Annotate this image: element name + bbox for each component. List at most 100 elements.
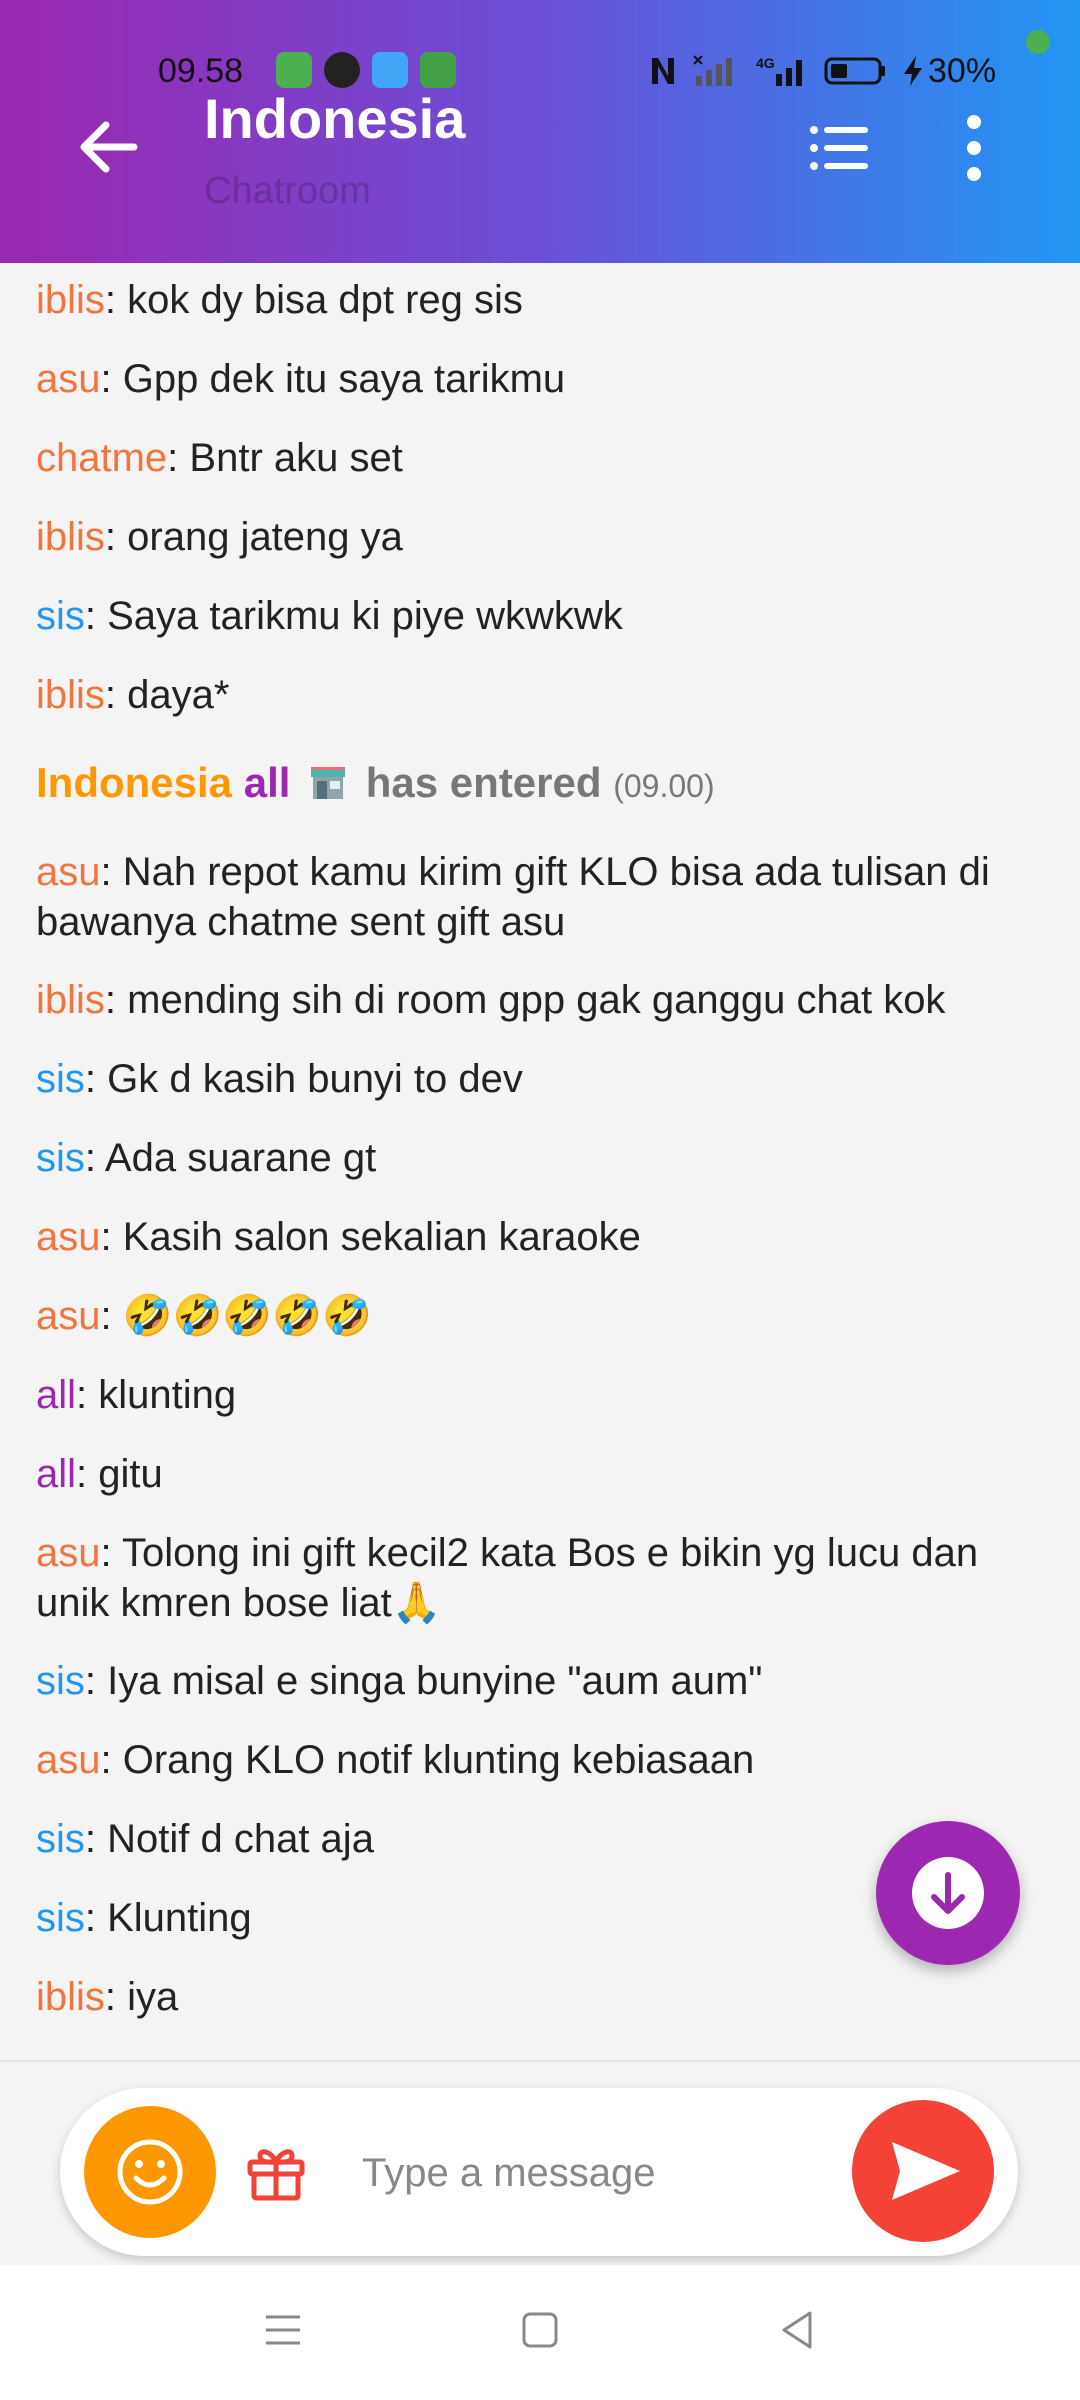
chat-message: asu: Gpp dek itu saya tarikmu xyxy=(36,354,1046,404)
privacy-indicator-dot xyxy=(1026,30,1050,54)
chat-message: iblis: orang jateng ya xyxy=(36,512,1046,562)
battery-icon xyxy=(824,57,885,85)
system-status-icons: 4G xyxy=(648,54,924,88)
system-navigation-bar xyxy=(0,2265,1080,2400)
message-username[interactable]: asu xyxy=(36,850,101,894)
room-title: Indonesia xyxy=(204,87,466,150)
message-composer xyxy=(0,2060,1080,2267)
message-username[interactable]: all xyxy=(36,1452,76,1496)
message-input[interactable] xyxy=(360,2128,884,2218)
chat-message: all: klunting xyxy=(36,1370,1046,1420)
app-header: 09.58 4G 30% Indonesia Chatroom xyxy=(0,0,1080,263)
smiley-icon xyxy=(117,2139,183,2205)
system-text: has entered xyxy=(365,759,602,806)
chat-message: iblis: daya* xyxy=(36,670,1046,720)
send-icon xyxy=(892,2142,960,2200)
shop-icon xyxy=(311,767,346,799)
chat-message: asu: Nah repot kamu kirim gift KLO bisa … xyxy=(36,847,1046,947)
signal-icon xyxy=(693,55,732,86)
chat-message: asu: Kasih salon sekalian karaoke xyxy=(36,1212,1046,1262)
chat-message: iblis: mending sih di room gpp gak gangg… xyxy=(36,975,1046,1025)
message-text: : mending sih di room gpp gak ganggu cha… xyxy=(104,978,946,1022)
message-text: : Ada suarane gt xyxy=(84,1136,377,1180)
user-list-icon[interactable] xyxy=(806,116,870,180)
message-username[interactable]: iblis xyxy=(36,515,105,559)
message-username[interactable]: asu xyxy=(36,1294,101,1338)
charging-icon xyxy=(904,56,922,86)
message-text: : Bntr aku set xyxy=(167,436,403,480)
message-text: : gitu xyxy=(76,1452,163,1496)
chat-message: asu: Orang KLO notif klunting kebiasaan xyxy=(36,1735,1046,1785)
message-username[interactable]: asu xyxy=(36,1738,101,1782)
message-text: : orang jateng ya xyxy=(104,515,403,559)
menu-nav-icon[interactable] xyxy=(258,2305,308,2355)
message-username[interactable]: sis xyxy=(36,1057,85,1101)
system-room-name: Indonesia xyxy=(36,759,233,806)
message-username[interactable]: asu xyxy=(36,357,101,401)
message-text: : Orang KLO notif klunting kebiasaan xyxy=(100,1738,755,1782)
system-username[interactable]: all xyxy=(244,759,291,806)
message-text: : Klunting xyxy=(84,1896,252,1940)
message-username[interactable]: sis xyxy=(36,594,85,638)
message-text: : kok dy bisa dpt reg sis xyxy=(104,278,523,322)
room-subtitle: Chatroom xyxy=(204,170,371,212)
message-text: : Gpp dek itu saya tarikmu xyxy=(100,357,566,401)
send-button[interactable] xyxy=(852,2100,994,2242)
input-bar xyxy=(60,2088,1018,2256)
chat-message: sis: Iya misal e singa bunyine "aum aum" xyxy=(36,1656,1046,1706)
svg-text:4G: 4G xyxy=(756,55,775,71)
message-text: : Nah repot kamu kirim gift KLO bisa ada… xyxy=(36,850,990,944)
app-icon xyxy=(324,52,360,88)
message-username[interactable]: asu xyxy=(36,1531,101,1575)
messages-app-icon xyxy=(276,52,312,88)
battery-percent: 30% xyxy=(928,52,997,90)
chat-message: sis: Ada suarane gt xyxy=(36,1133,1046,1183)
message-username[interactable]: iblis xyxy=(36,278,105,322)
emoji-button[interactable] xyxy=(84,2106,216,2238)
back-arrow-icon[interactable] xyxy=(72,112,142,182)
back-nav-icon[interactable] xyxy=(772,2305,822,2355)
message-username[interactable]: chatme xyxy=(36,436,167,480)
message-username[interactable]: iblis xyxy=(36,1975,105,2019)
home-nav-icon[interactable] xyxy=(515,2305,565,2355)
gift-icon[interactable] xyxy=(244,2140,308,2204)
chat-message: chatme: Bntr aku set xyxy=(36,433,1046,483)
chat-messages-list[interactable]: iblis: kok dy bisa dpt reg sis asu: Gpp … xyxy=(0,263,1080,2060)
more-options-icon[interactable] xyxy=(944,112,1004,184)
arrow-down-icon xyxy=(931,1872,965,1914)
status-bar: 09.58 4G 30% xyxy=(0,50,1080,94)
message-username[interactable]: sis xyxy=(36,1136,85,1180)
message-text: : Iya misal e singa bunyine "aum aum" xyxy=(84,1659,763,1703)
chat-message: all: gitu xyxy=(36,1449,1046,1499)
chat-message: asu: Tolong ini gift kecil2 kata Bos e b… xyxy=(36,1528,1046,1628)
message-text: : 🤣🤣🤣🤣🤣 xyxy=(100,1294,372,1338)
message-text: : Gk d kasih bunyi to dev xyxy=(84,1057,523,1101)
message-text: : Notif d chat aja xyxy=(84,1817,374,1861)
weather-app-icon xyxy=(372,52,408,88)
message-username[interactable]: sis xyxy=(36,1659,85,1703)
message-text: : iya xyxy=(104,1975,179,2019)
message-username[interactable]: asu xyxy=(36,1215,101,1259)
chat-message: asu: 🤣🤣🤣🤣🤣 xyxy=(36,1291,1046,1341)
system-time: (09.00) xyxy=(613,768,715,804)
chat-message: iblis: iya xyxy=(36,1972,1046,2022)
notification-icons xyxy=(276,52,456,88)
message-text: : Tolong ini gift kecil2 kata Bos e biki… xyxy=(36,1531,979,1625)
message-username[interactable]: iblis xyxy=(36,673,105,717)
message-username[interactable]: sis xyxy=(36,1817,85,1861)
chat-message: iblis: kok dy bisa dpt reg sis xyxy=(36,275,1046,325)
nfc-icon xyxy=(652,58,674,84)
system-entered-message: Indonesia all has entered (09.00) xyxy=(36,758,1046,811)
message-text: : Saya tarikmu ki piye wkwkwk xyxy=(84,594,623,638)
chat-message: sis: Gk d kasih bunyi to dev xyxy=(36,1054,1046,1104)
scroll-to-bottom-button[interactable] xyxy=(876,1821,1020,1965)
signal-4g-icon: 4G xyxy=(756,55,802,86)
message-text: : Kasih salon sekalian karaoke xyxy=(100,1215,641,1259)
chat-message: sis: Saya tarikmu ki piye wkwkwk xyxy=(36,591,1046,641)
message-text: : daya* xyxy=(104,673,230,717)
message-username[interactable]: all xyxy=(36,1373,76,1417)
phone-app-icon xyxy=(420,52,456,88)
message-username[interactable]: sis xyxy=(36,1896,85,1940)
message-text: : klunting xyxy=(76,1373,237,1417)
message-username[interactable]: iblis xyxy=(36,978,105,1022)
